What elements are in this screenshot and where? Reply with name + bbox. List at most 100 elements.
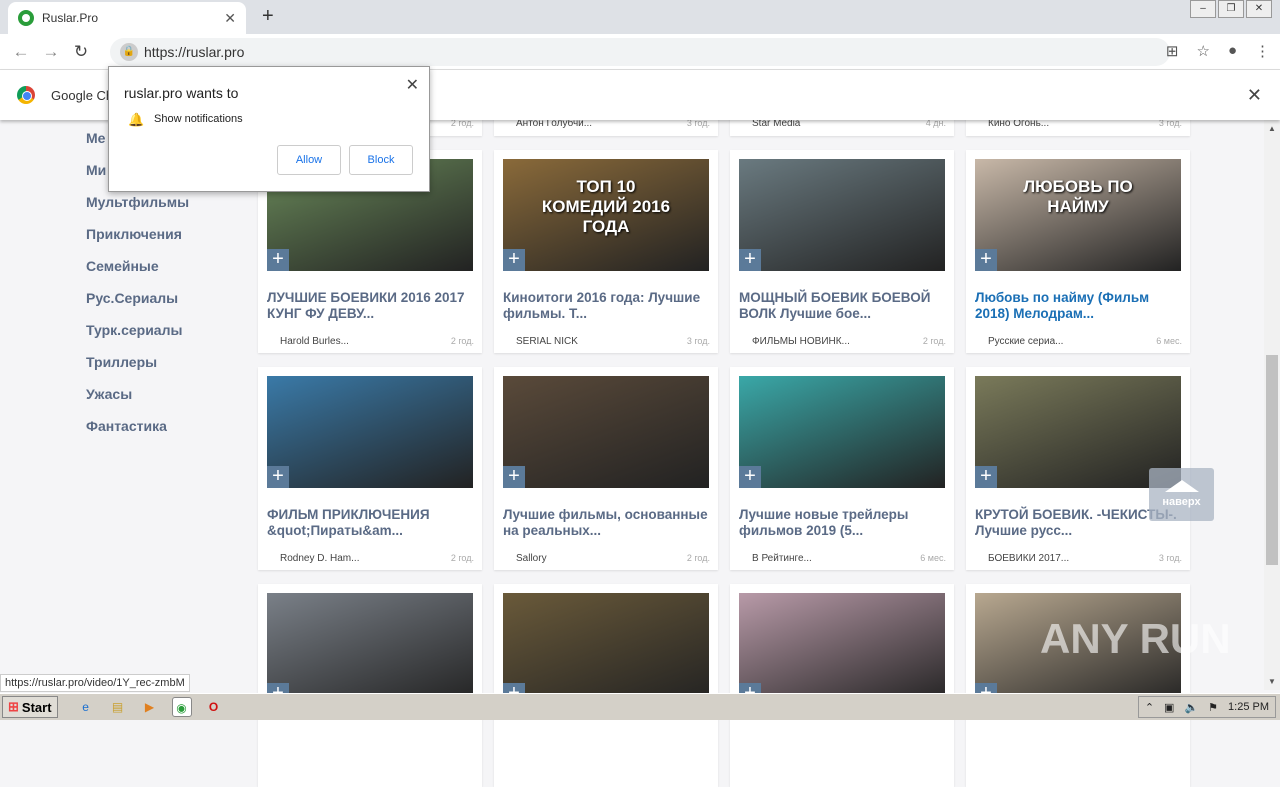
- menu-icon[interactable]: ⋮: [1255, 42, 1270, 60]
- video-card[interactable]: +: [258, 584, 482, 787]
- add-to-playlist-icon[interactable]: +: [267, 466, 289, 488]
- tray-expand-icon[interactable]: ⌃: [1145, 701, 1154, 714]
- start-button[interactable]: ⊞ Start: [2, 696, 58, 718]
- permission-text: Show notifications: [154, 113, 243, 125]
- explorer-icon[interactable]: ▤: [108, 697, 128, 717]
- arrow-up-icon: [1164, 480, 1199, 492]
- channel-name[interactable]: Harold Burles...: [280, 336, 349, 347]
- sidebar-category[interactable]: Турк.сериалы: [86, 312, 189, 344]
- video-title[interactable]: Киноитоги 2016 года: Лучшие фильмы. Т...: [503, 290, 709, 322]
- address-bar[interactable]: 🔒 https://ruslar.pro: [110, 38, 1170, 66]
- channel-name[interactable]: Sallory: [516, 553, 547, 564]
- clock: 1:25 PM: [1228, 701, 1269, 713]
- video-thumbnail[interactable]: +: [503, 376, 709, 488]
- channel-name[interactable]: Rodney D. Ham...: [280, 553, 359, 564]
- video-thumbnail[interactable]: +: [267, 593, 473, 705]
- network-icon[interactable]: ▣: [1164, 701, 1174, 714]
- video-title[interactable]: Любовь по найму (Фильм 2018) Мелодрам...: [975, 290, 1181, 322]
- scroll-up-icon[interactable]: ▲: [1268, 124, 1276, 133]
- video-card[interactable]: +: [494, 584, 718, 787]
- tab-ruslar[interactable]: Ruslar.Pro ✕: [8, 2, 246, 34]
- back-icon[interactable]: ←: [6, 42, 36, 62]
- video-card[interactable]: + МОЩНЫЙ БОЕВИК БОЕВОЙ ВОЛК Лучшие бое..…: [730, 150, 954, 353]
- video-title[interactable]: Лучшие новые трейлеры фильмов 2019 (5...: [739, 507, 945, 539]
- new-tab-button[interactable]: +: [262, 5, 274, 28]
- video-card[interactable]: + Лучшие фильмы, основанные на реальных.…: [494, 367, 718, 570]
- close-tab-icon[interactable]: ✕: [224, 10, 236, 27]
- video-thumbnail[interactable]: ЛЮБОВЬ ПО НАЙМУ +: [975, 159, 1181, 271]
- video-card[interactable]: + Лучшие новые трейлеры фильмов 2019 (5.…: [730, 367, 954, 570]
- video-title[interactable]: ЛУЧШИЕ БОЕВИКИ 2016 2017 КУНГ ФУ ДЕВУ...: [267, 290, 473, 322]
- video-thumbnail[interactable]: +: [739, 376, 945, 488]
- start-label: Start: [21, 699, 52, 715]
- video-title[interactable]: МОЩНЫЙ БОЕВИК БОЕВОЙ ВОЛК Лучшие бое...: [739, 290, 945, 322]
- video-thumbnail[interactable]: +: [267, 376, 473, 488]
- forward-icon[interactable]: →: [36, 42, 66, 62]
- close-window-button[interactable]: ✕: [1246, 0, 1272, 18]
- lock-icon[interactable]: 🔒: [120, 43, 138, 61]
- star-icon[interactable]: ☆: [1196, 42, 1209, 60]
- sidebar-category[interactable]: Триллеры: [86, 344, 189, 376]
- channel-name[interactable]: БОЕВИКИ 2017...: [988, 553, 1069, 564]
- video-title[interactable]: ФИЛЬМ ПРИКЛЮЧЕНИЯ &quot;Пираты&am...: [267, 507, 473, 539]
- upload-age: 6 мес.: [1156, 336, 1182, 346]
- flag-icon[interactable]: ⚑: [1208, 701, 1218, 714]
- minimize-button[interactable]: –: [1190, 0, 1216, 18]
- ie-icon[interactable]: e: [76, 697, 96, 717]
- thumbnail-overlay-text: [739, 593, 945, 629]
- video-card[interactable]: +: [730, 584, 954, 787]
- video-card[interactable]: ТОП 10 КОМЕДИЙ 2016 ГОДА + Киноитоги 2016…: [494, 150, 718, 353]
- popup-close-icon[interactable]: ✕: [406, 75, 419, 95]
- profile-icon[interactable]: ●: [1228, 42, 1237, 60]
- opera-icon[interactable]: O: [204, 697, 224, 717]
- channel-name[interactable]: Русские сериа...: [988, 336, 1063, 347]
- infobar-text: Google Ch: [51, 87, 114, 103]
- channel-name[interactable]: В Рейтинге...: [752, 553, 812, 564]
- video-thumbnail[interactable]: +: [739, 159, 945, 271]
- video-thumbnail[interactable]: ТОП 10 КОМЕДИЙ 2016 ГОДА +: [503, 159, 709, 271]
- add-to-playlist-icon[interactable]: +: [267, 249, 289, 271]
- add-to-playlist-icon[interactable]: +: [975, 466, 997, 488]
- infobar-close-icon[interactable]: ✕: [1247, 85, 1262, 106]
- sidebar-category[interactable]: Ужасы: [86, 376, 189, 408]
- sidebar-category[interactable]: Приключения: [86, 216, 189, 248]
- chrome-taskbar-icon[interactable]: ◉: [171, 697, 192, 717]
- scroll-down-icon[interactable]: ▼: [1268, 677, 1276, 686]
- sidebar-category[interactable]: Семейные: [86, 248, 189, 280]
- sidebar-category[interactable]: Рус.Сериалы: [86, 280, 189, 312]
- add-to-playlist-icon[interactable]: +: [503, 249, 525, 271]
- channel-name[interactable]: ФИЛЬМЫ НОВИНК...: [752, 336, 850, 347]
- add-to-playlist-icon[interactable]: +: [739, 466, 761, 488]
- upload-age: 6 мес.: [920, 553, 946, 563]
- add-to-playlist-icon[interactable]: +: [975, 249, 997, 271]
- channel-name[interactable]: SERIAL NICK: [516, 336, 578, 347]
- thumbnail-overlay-text: [739, 159, 945, 195]
- reload-icon[interactable]: ↻: [66, 42, 96, 62]
- restore-button[interactable]: ❐: [1218, 0, 1244, 18]
- anyrun-watermark: ANY RUN: [1040, 615, 1231, 662]
- upload-age: 3 год.: [686, 336, 710, 346]
- video-card[interactable]: ЛЮБОВЬ ПО НАЙМУ + Любовь по найму (Фильм …: [966, 150, 1190, 353]
- video-thumbnail[interactable]: +: [739, 593, 945, 705]
- thumbnail-overlay-text: ЛЮБОВЬ ПО НАЙМУ: [1023, 177, 1133, 216]
- video-title[interactable]: Лучшие фильмы, основанные на реальных...: [503, 507, 709, 539]
- translate-icon[interactable]: ⊞: [1166, 42, 1179, 60]
- add-to-playlist-icon[interactable]: +: [739, 249, 761, 271]
- thumbnail-overlay-text: [267, 376, 473, 412]
- video-card[interactable]: + ФИЛЬМ ПРИКЛЮЧЕНИЯ &quot;Пираты&am... R…: [258, 367, 482, 570]
- sidebar-category[interactable]: Фантастика: [86, 408, 189, 440]
- status-bar-url: https://ruslar.pro/video/1Y_rec-zmbM: [0, 674, 190, 692]
- windows-logo-icon: ⊞: [8, 699, 19, 714]
- scroll-thumb[interactable]: [1266, 355, 1278, 565]
- allow-button[interactable]: Allow: [277, 145, 341, 175]
- media-player-icon[interactable]: ▶: [140, 697, 160, 717]
- scroll-to-top-button[interactable]: наверх: [1149, 468, 1214, 521]
- page-scrollbar[interactable]: ▲ ▼: [1264, 120, 1280, 690]
- browser-toolbar: ← → ↻ 🔒 https://ruslar.pro ⊞ ☆ ● ⋮: [0, 34, 1280, 70]
- volume-icon[interactable]: 🔈: [1184, 701, 1198, 714]
- upload-age: 3 год.: [1158, 553, 1182, 563]
- url-text: https://ruslar.pro: [144, 44, 245, 60]
- add-to-playlist-icon[interactable]: +: [503, 466, 525, 488]
- block-button[interactable]: Block: [349, 145, 413, 175]
- video-thumbnail[interactable]: +: [503, 593, 709, 705]
